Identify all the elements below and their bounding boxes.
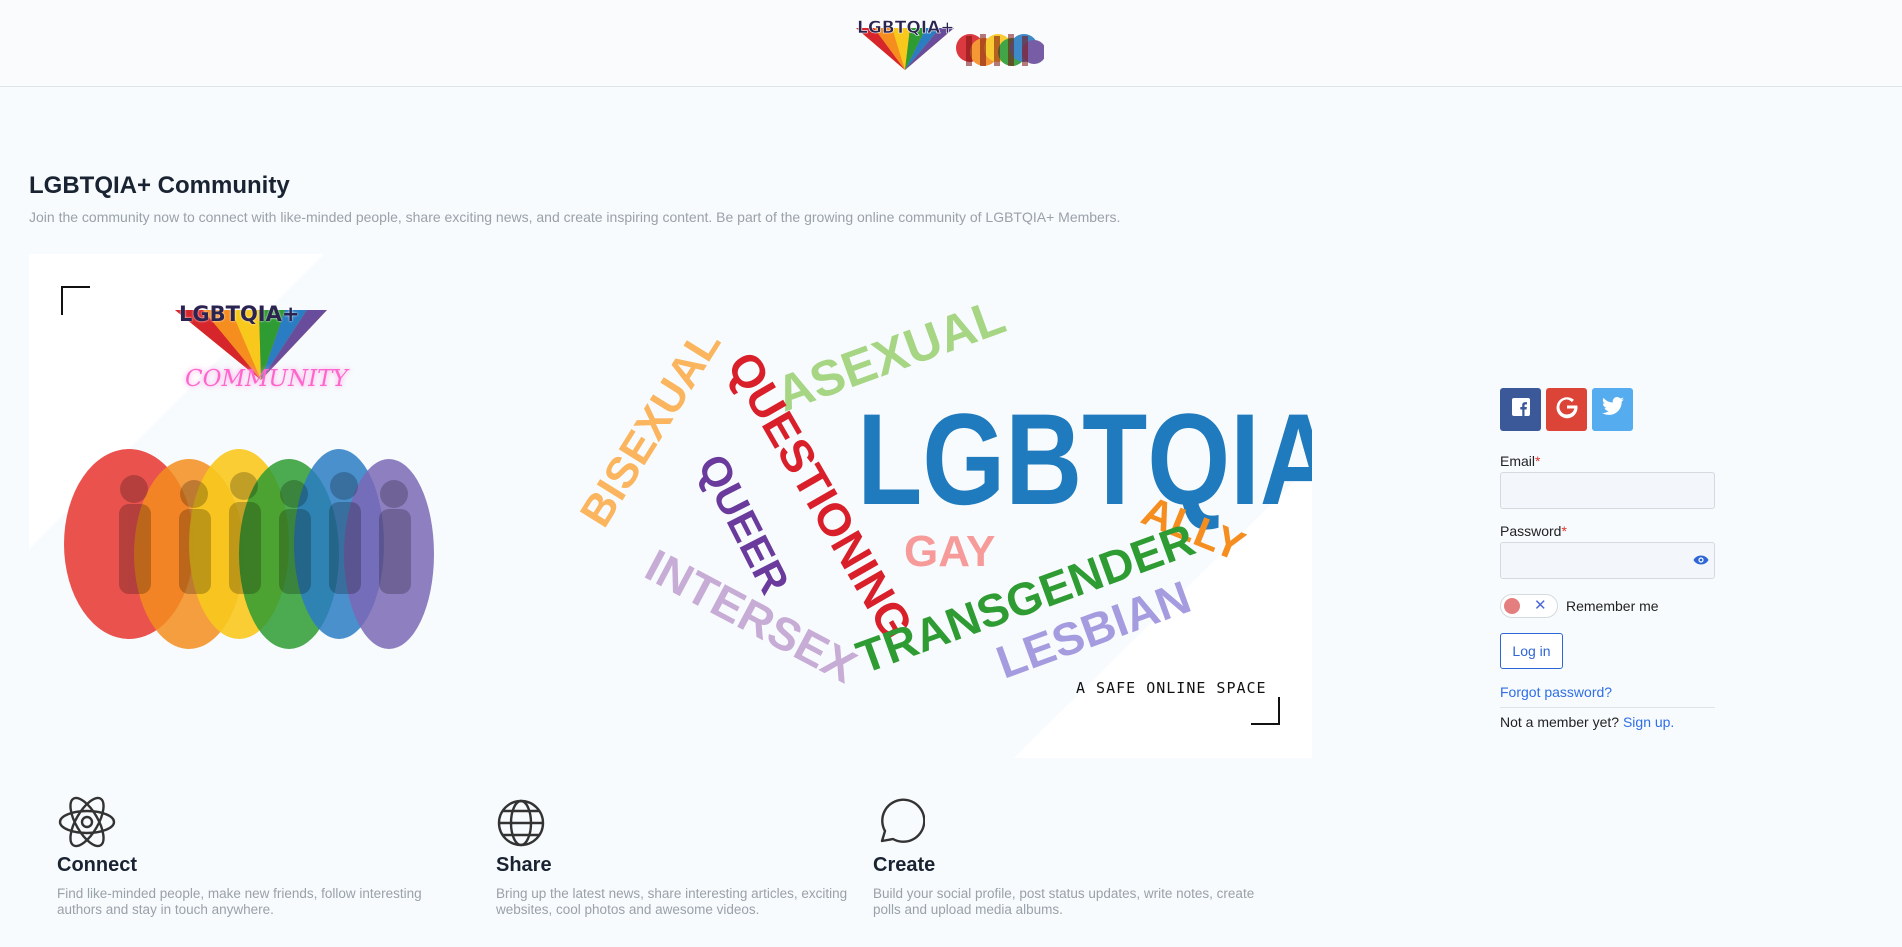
feature-create: Create Build your social profile, post s… — [873, 796, 1273, 918]
feature-description: Build your social profile, post status u… — [873, 886, 1255, 917]
page-title: LGBTQIA+ Community — [29, 172, 290, 199]
close-icon: ✕ — [1534, 597, 1547, 614]
facebook-login-button[interactable] — [1500, 388, 1541, 431]
rainbow-crowd-illustration — [64, 449, 434, 649]
remember-me-label: Remember me — [1566, 598, 1659, 614]
svg-text:LGBTQIA+: LGBTQIA+ — [857, 18, 955, 38]
hero-badge-subtitle: COMMUNITY — [185, 366, 348, 392]
remember-me-toggle[interactable]: ✕ — [1500, 594, 1558, 618]
atom-icon — [57, 796, 457, 848]
social-login-row — [1500, 388, 1715, 431]
email-field[interactable] — [1500, 472, 1715, 509]
twitter-login-button[interactable] — [1592, 388, 1633, 431]
toggle-knob — [1504, 598, 1520, 614]
globe-icon — [496, 796, 896, 848]
password-label-text: Password — [1500, 523, 1562, 539]
login-button[interactable]: Log in — [1500, 633, 1563, 669]
not-member-text: Not a member yet? — [1500, 714, 1620, 730]
forgot-password-link[interactable]: Forgot password? — [1500, 684, 1715, 708]
word-lgbtqia: LGBTQIA — [857, 387, 1312, 532]
required-mark: * — [1561, 523, 1567, 539]
required-mark: * — [1535, 453, 1541, 469]
word-gay: GAY — [904, 527, 995, 576]
password-field[interactable] — [1500, 542, 1715, 579]
chat-bubble-icon — [873, 796, 1273, 848]
feature-title: Connect — [57, 854, 137, 876]
feature-description: Find like-minded people, make new friend… — [57, 886, 422, 917]
email-label-text: Email — [1500, 453, 1536, 469]
google-login-button[interactable] — [1546, 388, 1587, 431]
feature-title: Share — [496, 854, 552, 876]
eye-icon[interactable] — [1693, 553, 1709, 572]
email-label: Email* — [1500, 453, 1715, 469]
password-label: Password* — [1500, 523, 1715, 539]
feature-description: Bring up the latest news, share interest… — [496, 886, 848, 917]
hero-badge-title: LGBTQIA+ — [179, 302, 300, 326]
remember-me-row: ✕ Remember me — [1500, 594, 1715, 618]
signup-prompt: Not a member yet? Sign up. — [1500, 714, 1715, 730]
feature-share: Share Bring up the latest news, share in… — [496, 796, 896, 918]
google-icon — [1555, 395, 1579, 424]
word-bisexual: BISEXUAL — [571, 321, 730, 536]
feature-connect: Connect Find like-minded people, make ne… — [57, 796, 457, 918]
page-subtitle: Join the community now to connect with l… — [29, 209, 1121, 225]
top-header: LGBTQIA+ — [0, 0, 1902, 87]
site-logo[interactable]: LGBTQIA+ — [852, 10, 1046, 78]
signup-link[interactable]: Sign up. — [1623, 714, 1674, 730]
facebook-icon — [1511, 397, 1531, 422]
login-form: Email* Password* ✕ Remember me Log in Fo… — [1500, 388, 1715, 730]
feature-title: Create — [873, 854, 936, 876]
hero-caption: A SAFE ONLINE SPACE — [1076, 679, 1267, 697]
twitter-icon — [1601, 396, 1625, 423]
